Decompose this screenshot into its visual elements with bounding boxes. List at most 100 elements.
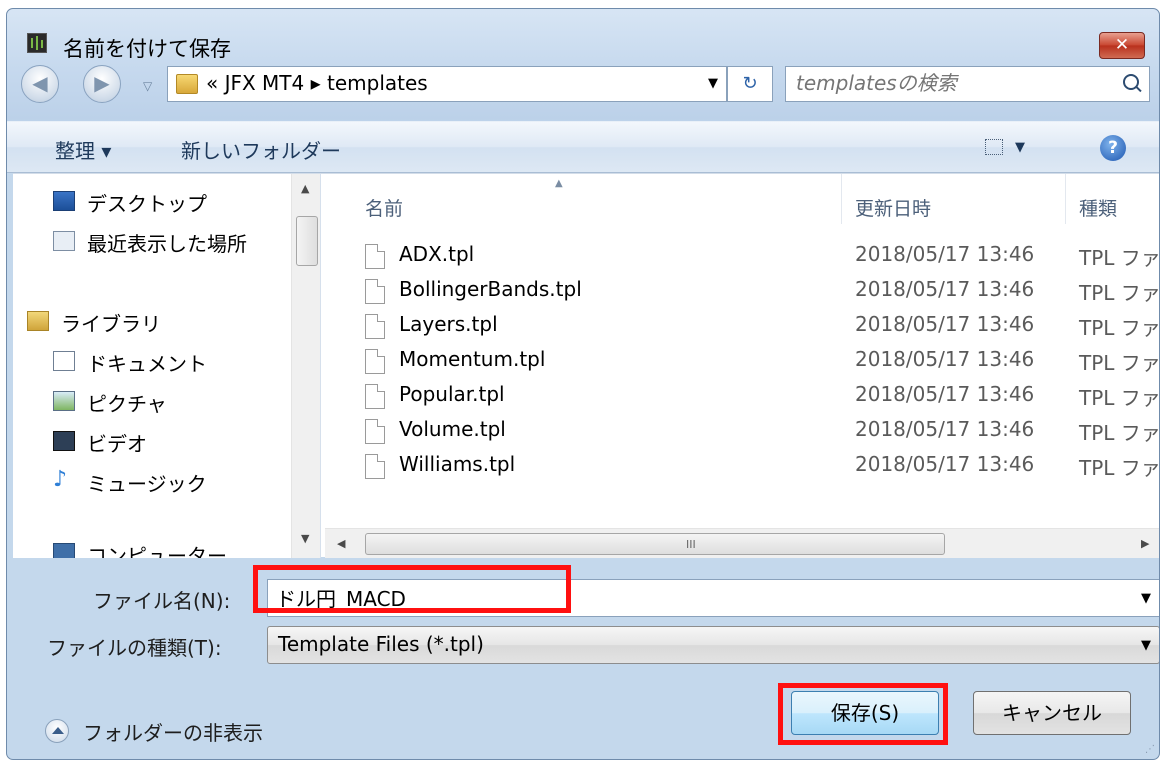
file-list-scrollbar[interactable]: ◀ III ▶ [325, 528, 1159, 558]
library-icon [27, 311, 49, 331]
sidebar-item-label: 最近表示した場所 [87, 232, 247, 256]
file-date: 2018/05/17 13:46 [855, 347, 1035, 371]
file-name: Williams.tpl [399, 452, 516, 476]
close-button[interactable]: ✕ [1099, 32, 1145, 59]
resize-grip-icon[interactable]: ⋰ [1145, 744, 1155, 755]
address-path[interactable]: « JFX MT4 ▸ templates [206, 71, 428, 95]
back-arrow-icon: ◀ [32, 71, 48, 95]
file-type: TPL ファイル [1079, 316, 1160, 340]
back-button[interactable]: ◀ [21, 65, 59, 103]
cancel-button[interactable]: キャンセル [973, 691, 1131, 735]
refresh-button[interactable]: ↻ [727, 66, 773, 102]
file-name: Momentum.tpl [399, 347, 546, 371]
filename-highlight [253, 565, 571, 613]
documents-icon [53, 351, 75, 371]
chevron-down-icon[interactable]: ▼ [708, 76, 718, 91]
chevron-down-icon[interactable]: ▼ [1015, 140, 1025, 155]
recent-places-icon [53, 231, 75, 251]
table-row[interactable]: BollingerBands.tpl 2018/05/17 13:46 TPL … [365, 275, 1160, 309]
chevron-down-icon[interactable]: ▼ [1141, 638, 1151, 653]
file-list: ▲ 名前 更新日時 種類 ADX.tpl 2018/05/17 13:46 TP… [325, 174, 1160, 558]
search-input[interactable] [796, 71, 1096, 95]
sidebar-item-label: ビデオ [87, 432, 147, 456]
table-row[interactable]: Popular.tpl 2018/05/17 13:46 TPL ファイル [365, 380, 1160, 414]
refresh-icon: ↻ [742, 73, 758, 94]
app-icon [27, 33, 47, 53]
browser-content: デスクトップ 最近表示した場所 ライブラリ ドキュメント ピクチャ ビデオ ♪ … [13, 173, 1160, 558]
save-highlight [778, 683, 948, 745]
sidebar-item-label: ライブラリ [61, 312, 161, 336]
file-date: 2018/05/17 13:46 [855, 242, 1035, 266]
file-date: 2018/05/17 13:46 [855, 452, 1035, 476]
file-type: TPL ファイル [1079, 351, 1160, 375]
sidebar-scroll-thumb[interactable] [296, 216, 318, 266]
address-bar[interactable]: « JFX MT4 ▸ templates ▼ [167, 66, 727, 102]
chevron-down-icon[interactable]: ▼ [1141, 591, 1151, 606]
file-icon [365, 314, 385, 339]
navigation-pane: デスクトップ 最近表示した場所 ライブラリ ドキュメント ピクチャ ビデオ ♪ … [13, 174, 321, 558]
file-name: Popular.tpl [399, 382, 505, 406]
organize-button[interactable]: 整理 ▾ [55, 135, 111, 164]
sidebar-item-label: コンピューター [87, 544, 227, 558]
search-box[interactable] [785, 66, 1150, 102]
column-header-type[interactable]: 種類 [1079, 194, 1117, 221]
table-row[interactable]: ADX.tpl 2018/05/17 13:46 TPL ファイル [365, 240, 1160, 274]
filetype-value: Template Files (*.tpl) [278, 632, 484, 656]
file-name: Volume.tpl [399, 417, 506, 441]
scroll-right-icon[interactable]: ▶ [1141, 537, 1149, 550]
table-row[interactable]: Layers.tpl 2018/05/17 13:46 TPL ファイル [365, 310, 1160, 344]
new-folder-button[interactable]: 新しいフォルダー [181, 135, 341, 164]
file-type: TPL ファイル [1079, 386, 1160, 410]
window-title: 名前を付けて保存 [63, 37, 231, 61]
file-icon [365, 349, 385, 374]
chevron-up-icon[interactable] [45, 719, 69, 743]
computer-icon [53, 543, 75, 558]
scroll-left-icon[interactable]: ◀ [337, 537, 345, 550]
sidebar-item-label: デスクトップ [87, 192, 207, 216]
file-icon [365, 454, 385, 479]
sidebar-item-label: ドキュメント [87, 352, 207, 376]
file-date: 2018/05/17 13:46 [855, 382, 1035, 406]
file-type: TPL ファイル [1079, 246, 1160, 270]
column-header-modified[interactable]: 更新日時 [855, 194, 931, 221]
file-date: 2018/05/17 13:46 [855, 417, 1035, 441]
recent-pages-dropdown[interactable]: ▽ [143, 79, 152, 93]
file-name: Layers.tpl [399, 312, 498, 336]
file-type: TPL ファイル [1079, 281, 1160, 305]
file-type: TPL ファイル [1079, 456, 1160, 480]
filetype-select[interactable]: Template Files (*.tpl) ▼ [267, 626, 1159, 664]
file-icon [365, 244, 385, 269]
save-as-dialog: 名前を付けて保存 ✕ ◀ ▶ ▽ « JFX MT4 ▸ templates ▼… [6, 8, 1160, 760]
video-icon [53, 431, 75, 451]
table-row[interactable]: Momentum.tpl 2018/05/17 13:46 TPL ファイル [365, 345, 1160, 379]
filetype-label: ファイルの種類(T): [47, 636, 222, 660]
horizontal-scroll-thumb[interactable]: III [365, 533, 945, 555]
desktop-icon [53, 191, 75, 211]
file-name: ADX.tpl [399, 242, 475, 266]
file-icon [365, 279, 385, 304]
pictures-icon [53, 391, 75, 411]
table-row[interactable]: Volume.tpl 2018/05/17 13:46 TPL ファイル [365, 415, 1159, 449]
command-toolbar: 整理 ▾ 新しいフォルダー ▼ ? [7, 121, 1159, 173]
view-options-icon[interactable] [985, 139, 1003, 155]
forward-button[interactable]: ▶ [83, 65, 121, 103]
scroll-down-icon[interactable]: ▼ [301, 532, 309, 545]
folder-icon [176, 74, 198, 94]
search-icon[interactable] [1123, 74, 1139, 90]
file-date: 2018/05/17 13:46 [855, 277, 1035, 301]
sidebar-item-label: ピクチャ [87, 392, 167, 416]
music-icon: ♪ [53, 467, 68, 492]
help-icon[interactable]: ? [1100, 135, 1126, 161]
table-row[interactable]: Williams.tpl 2018/05/17 13:46 TPL ファイル [365, 450, 1160, 484]
sidebar-scrollbar[interactable]: ▲ ▼ [291, 174, 320, 558]
column-header-name[interactable]: 名前 [365, 194, 403, 221]
file-date: 2018/05/17 13:46 [855, 312, 1035, 336]
sort-ascending-icon: ▲ [555, 178, 563, 189]
file-name: BollingerBands.tpl [399, 277, 582, 301]
file-icon [365, 419, 385, 444]
forward-arrow-icon: ▶ [94, 71, 110, 95]
file-icon [365, 384, 385, 409]
scroll-up-icon[interactable]: ▲ [301, 182, 309, 195]
sidebar-item-label: ミュージック [87, 472, 207, 496]
filename-label: ファイル名(N): [93, 589, 231, 613]
